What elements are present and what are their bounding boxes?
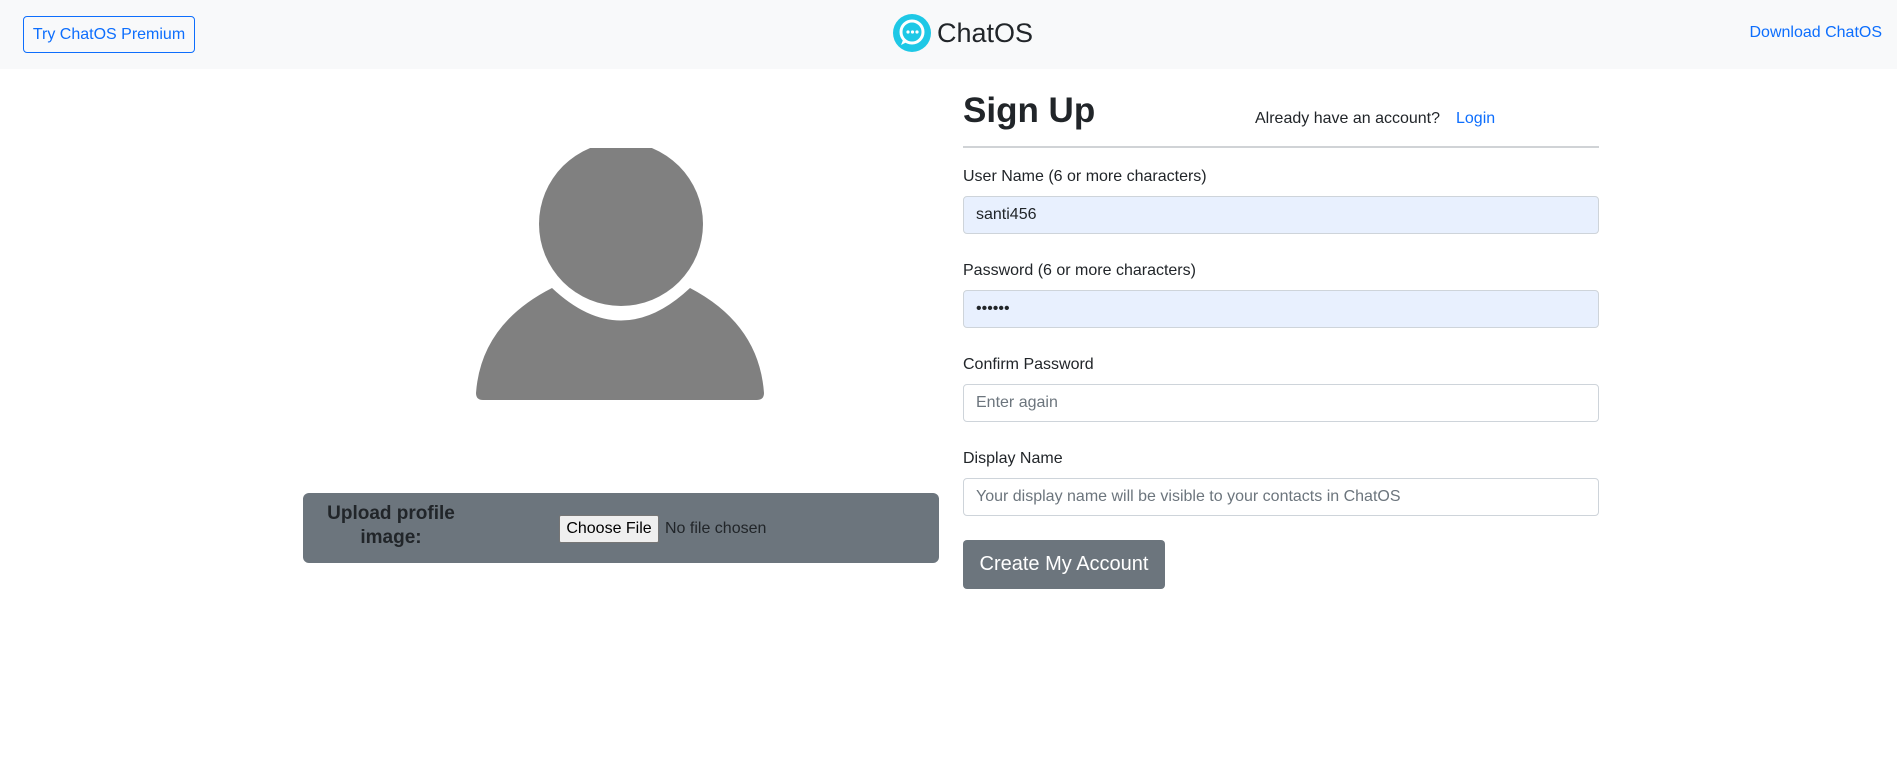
display-name-label: Display Name xyxy=(963,450,1063,467)
confirm-password-label: Confirm Password xyxy=(963,356,1094,373)
password-input[interactable] xyxy=(963,290,1599,328)
upload-label: Upload profile image: xyxy=(327,503,455,548)
page-title: Sign Up xyxy=(963,91,1096,130)
top-navbar: Try ChatOS Premium ChatOS Download ChatO… xyxy=(0,0,1897,69)
upload-profile-panel: Upload profile image: Choose File No fil… xyxy=(303,493,939,563)
have-account-text: Already have an account? xyxy=(1255,110,1441,127)
try-premium-button[interactable]: Try ChatOS Premium xyxy=(23,16,195,53)
divider xyxy=(963,146,1599,148)
password-label: Password (6 or more characters) xyxy=(963,262,1196,279)
chat-bubble-logo-icon xyxy=(893,14,931,52)
display-name-input[interactable] xyxy=(963,478,1599,516)
download-link[interactable]: Download ChatOS xyxy=(1749,24,1882,42)
user-silhouette-icon xyxy=(476,148,764,400)
username-input[interactable] xyxy=(963,196,1599,234)
confirm-password-input[interactable] xyxy=(963,384,1599,422)
file-status: No file chosen xyxy=(665,520,767,537)
create-account-button[interactable]: Create My Account xyxy=(963,540,1165,589)
brand-name: ChatOS xyxy=(937,17,1034,48)
choose-file-button[interactable]: Choose File xyxy=(559,515,659,543)
username-label: User Name (6 or more characters) xyxy=(963,168,1207,185)
brand[interactable]: ChatOS xyxy=(893,13,1033,53)
login-link[interactable]: Login xyxy=(1456,110,1495,128)
avatar-preview xyxy=(476,148,764,400)
